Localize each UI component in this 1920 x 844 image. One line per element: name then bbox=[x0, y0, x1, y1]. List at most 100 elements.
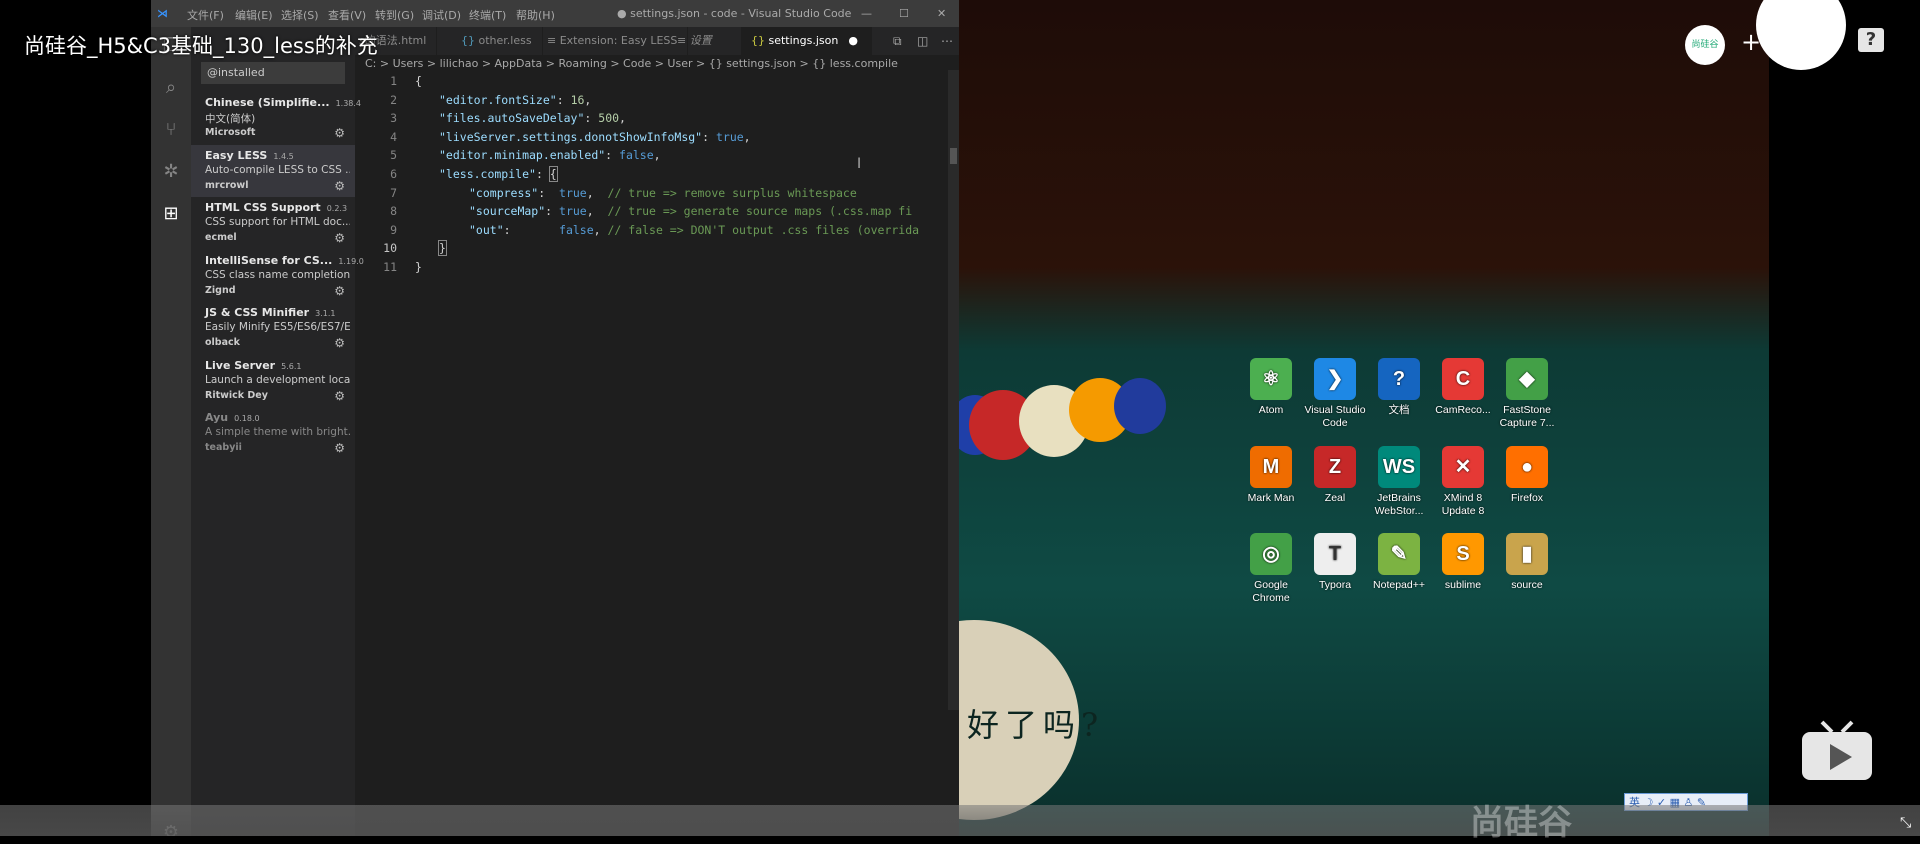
desktop-icon-label: XMind 8 Update 8 bbox=[1441, 492, 1485, 517]
code-line-11: } bbox=[415, 260, 422, 274]
line-number: 7 bbox=[390, 185, 397, 200]
extension-item[interactable]: Ayu 0.18.0 A simple theme with bright... te… bbox=[191, 407, 355, 459]
search-icon[interactable]: ⌕ bbox=[160, 77, 182, 99]
desktop-icon[interactable]: ✎ Notepad++ bbox=[1367, 533, 1431, 592]
more-actions-icon[interactable]: ⋯ bbox=[941, 34, 953, 48]
desktop-icon-label: Firefox bbox=[1510, 492, 1544, 504]
extensions-search-input[interactable]: @installed bbox=[201, 62, 345, 84]
desktop-icon[interactable]: Ssublime bbox=[1431, 533, 1495, 592]
menu-view[interactable]: 查看(V) bbox=[328, 7, 366, 23]
desktop-icon[interactable]: ● Firefox bbox=[1495, 446, 1559, 505]
code-line-6: "less.compile": { bbox=[439, 166, 558, 182]
vscode-logo-icon: ⋊ bbox=[157, 7, 168, 20]
extension-name: JS & CSS Minifier 3.1.1 bbox=[205, 306, 336, 319]
extensions-icon[interactable]: ⊞ bbox=[160, 203, 182, 225]
extension-item[interactable]: HTML CSS Support 0.2.3 CSS support for HTM… bbox=[191, 197, 355, 249]
desktop-icon-label: JetBrains WebStor... bbox=[1374, 492, 1424, 517]
extension-description: CSS class name completion... bbox=[205, 268, 350, 281]
extension-item[interactable]: JS & CSS Minifier 3.1.1 Easily Minify ES5/… bbox=[191, 302, 355, 354]
extension-item[interactable]: Live Server 5.6.1 Launch a development loc… bbox=[191, 355, 355, 407]
desktop-icon[interactable]: ◆ FastStone Capture 7... bbox=[1495, 358, 1559, 430]
settings-icon: ≡ bbox=[677, 34, 690, 47]
desktop-icon[interactable]: C CamReco... bbox=[1431, 358, 1495, 417]
debug-icon[interactable]: ✲ bbox=[160, 161, 182, 183]
extension-description: Easily Minify ES5/ES6/ES7/E... bbox=[205, 321, 350, 333]
desktop-icon-label: FastStone Capture 7... bbox=[1499, 404, 1555, 429]
editor-tabs: s的语法.html {} other.less ≡ Extension: Eas… bbox=[355, 27, 959, 55]
code-line-3: "files.autoSaveDelay": 500, bbox=[439, 111, 626, 126]
tab-settings-ui[interactable]: ≡ 设置 bbox=[667, 27, 750, 55]
app-icon: C bbox=[1442, 358, 1484, 400]
progress-wave[interactable] bbox=[0, 805, 1920, 836]
app-icon: WS bbox=[1378, 446, 1420, 488]
desktop-icon-label: sublime bbox=[1444, 579, 1482, 591]
menu-terminal[interactable]: 终端(T) bbox=[469, 7, 506, 23]
unsaved-dot-icon[interactable]: ● bbox=[848, 34, 858, 47]
gear-icon[interactable]: ⚙ bbox=[334, 179, 345, 193]
gear-icon[interactable]: ⚙ bbox=[334, 284, 345, 298]
desktop: 好了吗? ⚛ Atom ❯ Visual Studio Code? 文档 C CamReco… bbox=[959, 0, 1920, 836]
desktop-icon[interactable]: ❯ Visual Studio Code bbox=[1303, 358, 1367, 430]
scrollbar-thumb[interactable] bbox=[950, 148, 957, 164]
desktop-icon-label: 文档 bbox=[1388, 404, 1410, 416]
extension-item[interactable]: Chinese (Simplifie... 1.38.4 中文(简体) Microso… bbox=[191, 92, 361, 144]
menu-go[interactable]: 转到(G) bbox=[375, 7, 414, 23]
desktop-icon-label: Visual Studio Code bbox=[1304, 404, 1366, 429]
open-changes-icon[interactable]: ⧉ bbox=[893, 34, 902, 49]
desktop-icon[interactable]: Z Zeal bbox=[1303, 446, 1367, 505]
menu-edit[interactable]: 编辑(E) bbox=[235, 7, 273, 23]
window-title: ● settings.json - code - Visual Studio C… bbox=[617, 7, 852, 20]
line-number: 6 bbox=[390, 167, 397, 181]
tab-settings-json[interactable]: {} settings.json ● bbox=[741, 27, 872, 55]
desktop-icon[interactable]: WS JetBrains WebStor... bbox=[1367, 446, 1431, 518]
maximize-icon[interactable]: ☐ bbox=[899, 7, 909, 20]
tab-extension-easy-less[interactable]: ≡ Extension: Easy LESS bbox=[537, 27, 689, 55]
extension-publisher: Microsoft bbox=[205, 127, 256, 138]
line-number: 8 bbox=[390, 204, 397, 219]
app-icon: Z bbox=[1314, 446, 1356, 488]
line-number: 2 bbox=[390, 92, 397, 107]
app-icon: ⚛ bbox=[1250, 358, 1292, 400]
extension-publisher: teabyii bbox=[205, 442, 242, 453]
desktop-icon[interactable]: ? 文档 bbox=[1367, 358, 1431, 417]
desktop-icon-label: source bbox=[1511, 579, 1543, 591]
help-button[interactable]: ? bbox=[1858, 28, 1884, 52]
gear-icon[interactable]: ⚙ bbox=[334, 126, 345, 140]
gear-icon[interactable]: ⚙ bbox=[334, 389, 345, 403]
app-icon: T bbox=[1314, 533, 1356, 575]
code-line-10: } bbox=[438, 240, 447, 257]
extension-item[interactable]: IntelliSense for CS... 1.19.0 CSS class na… bbox=[191, 250, 364, 302]
gear-icon[interactable]: ⚙ bbox=[334, 336, 345, 350]
extension-name: Ayu 0.18.0 bbox=[205, 411, 260, 424]
tab-other-less[interactable]: {} other.less bbox=[451, 27, 543, 55]
desktop-icon[interactable]: M Mark Man bbox=[1239, 446, 1303, 505]
source-control-icon[interactable]: ⑂ bbox=[160, 119, 182, 141]
minimize-icon[interactable]: — bbox=[861, 7, 872, 20]
desktop-icon-label: Notepad++ bbox=[1373, 579, 1425, 591]
gear-icon[interactable]: ⚙ bbox=[334, 231, 345, 245]
gear-icon[interactable]: ⚙ bbox=[334, 441, 345, 455]
menu-selection[interactable]: 选择(S) bbox=[281, 7, 319, 23]
desktop-icon[interactable]: ▮ source bbox=[1495, 533, 1559, 592]
expand-icon[interactable]: ⤡ bbox=[1900, 815, 1911, 831]
split-editor-icon[interactable]: ◫ bbox=[917, 34, 928, 48]
menu-file[interactable]: 文件(F) bbox=[187, 7, 224, 23]
menu-help[interactable]: 帮助(H) bbox=[516, 7, 555, 23]
breadcrumb[interactable]: C: > Users > lilichao > AppData > Roamin… bbox=[365, 57, 898, 70]
tv-player-icon[interactable] bbox=[1800, 720, 1874, 782]
tab-label: Extension: Easy LESS bbox=[559, 34, 678, 47]
desktop-icon[interactable]: T Typora bbox=[1303, 533, 1367, 592]
tab-label: 设置 bbox=[689, 34, 712, 47]
code-line-8: "sourceMap": true, // true => generate s… bbox=[469, 204, 913, 219]
tab-label: other.less bbox=[478, 34, 532, 47]
menu-debug[interactable]: 调试(D) bbox=[422, 7, 461, 23]
desktop-icon[interactable]: ⚛ Atom bbox=[1239, 358, 1303, 417]
desktop-icon[interactable]: ◎ Google Chrome bbox=[1239, 533, 1303, 605]
editor-scrollbar[interactable] bbox=[948, 70, 959, 710]
extension-item[interactable]: Easy LESS 1.4.5 Auto-compile LESS to CSS .… bbox=[191, 144, 355, 197]
close-icon[interactable]: ✕ bbox=[937, 7, 946, 20]
uploader-avatar[interactable]: 尚硅谷 bbox=[1685, 25, 1725, 65]
desktop-icon[interactable]: ✕ XMind 8 Update 8 bbox=[1431, 446, 1495, 518]
line-number: 11 bbox=[383, 260, 397, 274]
brand-watermark: 尚硅谷 bbox=[1470, 803, 1572, 843]
